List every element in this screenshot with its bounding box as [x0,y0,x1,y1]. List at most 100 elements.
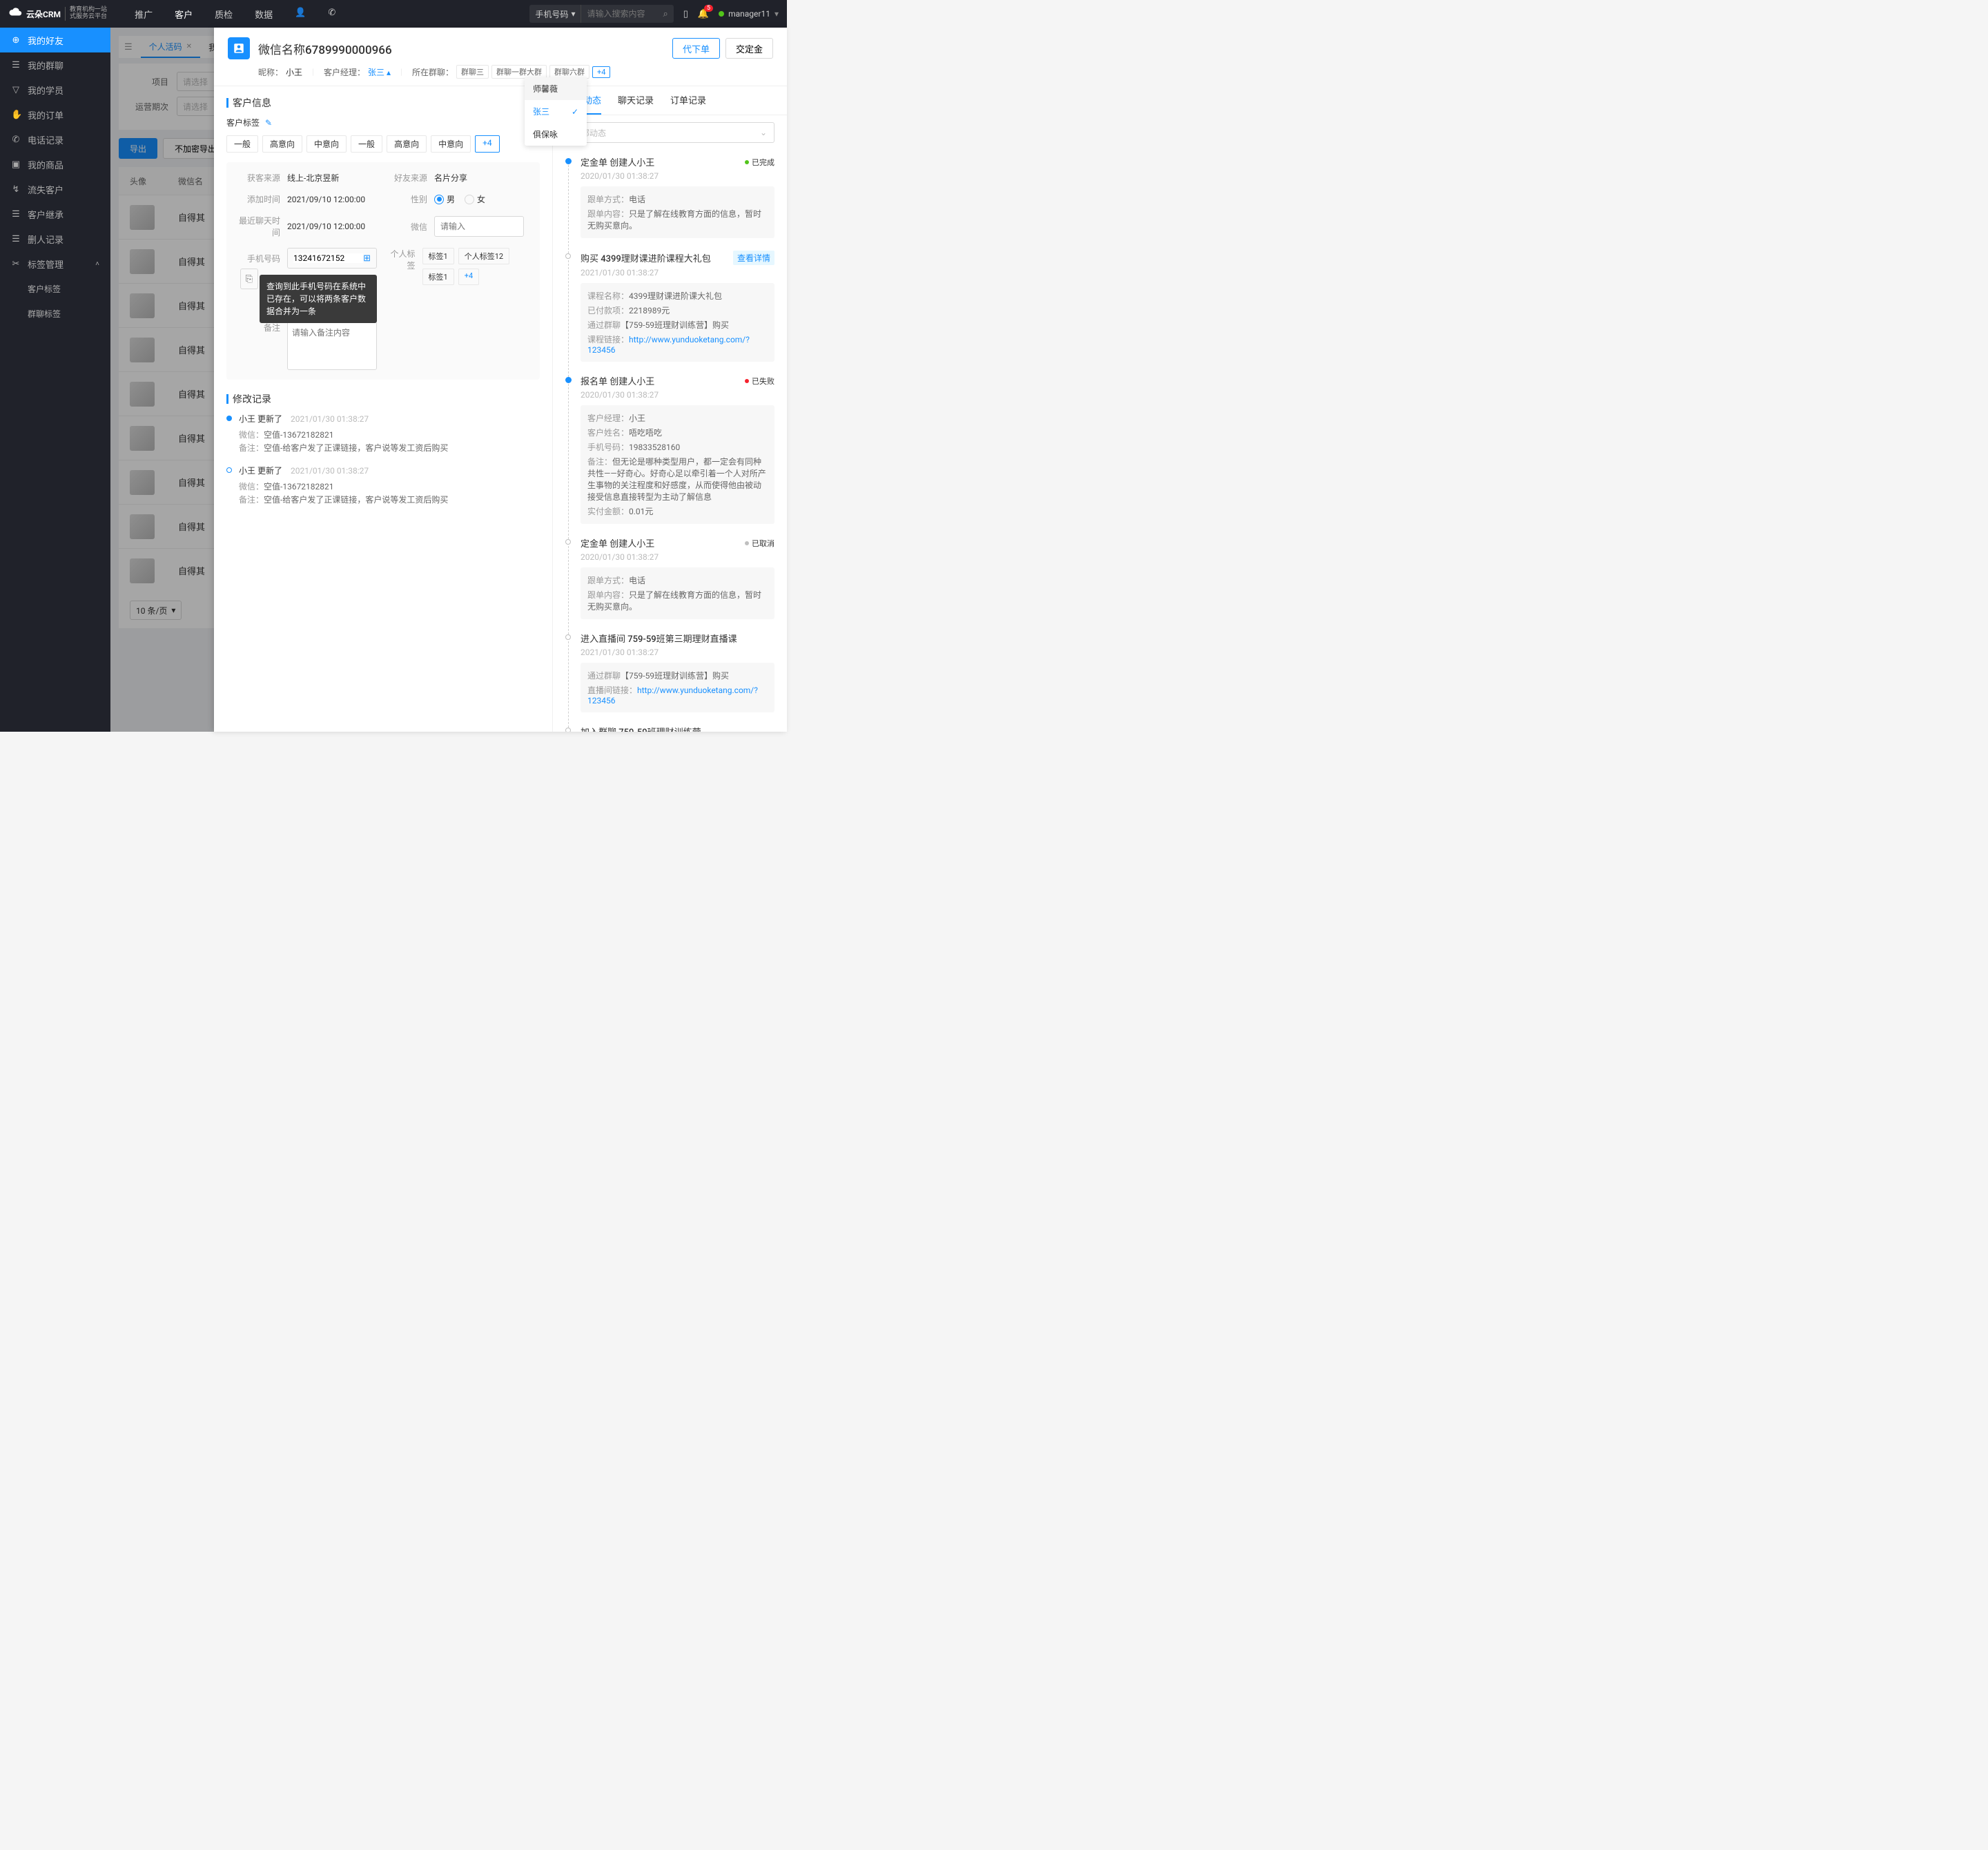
customer-tag[interactable]: 中意向 [306,135,347,153]
timeline-item: 加入群聊 759-59班理财训练营2021/01/30 01:38:27入群方式… [565,725,774,732]
info-section-title: 客户信息 [233,96,271,110]
topnav-item[interactable]: 推广 [135,8,153,21]
topnav-item[interactable]: 客户 [175,8,193,21]
sidebar-icon: ✆ [11,135,21,145]
bell-icon[interactable]: 🔔5 [698,9,709,19]
deposit-button[interactable]: 交定金 [725,38,773,59]
customer-tag[interactable]: 一般 [226,135,258,153]
manager-option[interactable]: 俱保咏 [525,123,587,146]
sidebar-icon: ▣ [11,159,21,170]
source-value: 线上-北京昱新 [287,172,339,184]
sidebar-icon: ☰ [11,209,21,220]
user-menu[interactable]: manager11 ▾ [719,9,779,19]
remark-textarea[interactable] [287,322,377,370]
expand-icon: ˄ [95,260,99,268]
brand-sub: 教育机构一站式服务云平台 [65,7,107,21]
sidebar-icon: ✂ [11,259,21,269]
sidebar-item[interactable]: 群聊标签 [0,301,110,326]
edit-tags-icon[interactable]: ✎ [265,118,272,128]
sidebar: ⊕我的好友☰我的群聊▽我的学员✋我的订单✆电话记录▣我的商品↯流失客户☰客户继承… [0,28,110,732]
activity-tab[interactable]: 聊天记录 [618,86,654,115]
manager-select[interactable]: 张三 ▴ [368,66,391,78]
gender-male[interactable]: 男 [434,193,455,205]
phone-input[interactable] [293,253,363,263]
sidebar-icon: ☰ [11,60,21,70]
customer-tag-label: 客户标签 [226,117,260,128]
sidebar-item[interactable]: 客户标签 [0,276,110,301]
topnav-item[interactable]: 质检 [215,8,233,21]
username: manager11 [728,9,770,19]
manager-option[interactable]: 师馨薇 [525,77,587,100]
group-tag[interactable]: 群聊三 [456,65,489,79]
activity-tab[interactable]: 订单记录 [670,86,706,115]
tag-more[interactable]: +4 [475,135,500,153]
customer-tag[interactable]: 高意向 [387,135,427,153]
notification-badge: 5 [704,5,713,12]
sidebar-item[interactable]: ✋我的订单 [0,102,110,127]
phone-lookup-icon[interactable]: ⊞ [363,253,371,264]
log-section-title: 修改记录 [233,392,271,406]
sidebar-item[interactable]: ▣我的商品 [0,152,110,177]
user-icon[interactable]: 👤 [295,8,306,21]
status-dot [719,11,724,17]
nickname-value: 小王 [286,66,302,78]
customer-tag[interactable]: 一般 [351,135,382,153]
wechat-input[interactable] [434,216,524,237]
phone-duplicate-tooltip: 查询到此手机号码在系统中已存在，可以将两条客户数据合并为一条 [260,275,377,323]
timeline-item: 报名单 创建人小王已失败2020/01/30 01:38:27客户经理：小王客户… [565,374,774,536]
last-chat-value: 2021/09/10 12:00:00 [287,222,365,231]
manager-dropdown: 师馨薇张三✓俱保咏 [525,77,587,146]
group-tag[interactable]: 群聊一群大群 [491,65,547,79]
sidebar-item[interactable]: ☰客户继承 [0,202,110,226]
add-time-value: 2021/09/10 12:00:00 [287,195,365,204]
customer-drawer: 微信名称6789990000966 代下单 交定金 昵称：小王 | 客户经理：张… [214,28,787,732]
personal-tag[interactable]: 个人标签12 [458,248,509,264]
timeline-item: 进入直播间 759-59班第三期理财直播课2021/01/30 01:38:27… [565,632,774,725]
search-input[interactable] [581,9,657,19]
phone-icon[interactable]: ✆ [328,8,335,21]
customer-avatar-icon [228,37,250,59]
mobile-icon[interactable]: ▯ [683,9,688,19]
personal-tag[interactable]: 标签1 [422,248,454,264]
customer-tag[interactable]: 中意向 [431,135,471,153]
gender-female[interactable]: 女 [465,193,485,205]
sidebar-item[interactable]: ▽我的学员 [0,77,110,102]
topnav-item[interactable]: 数据 [255,8,273,21]
top-navbar: 云朵CRM 教育机构一站式服务云平台 推广 客户 质检 数据 👤 ✆ 手机号码 ▾ ⌕ ▯… [0,0,787,28]
sidebar-item[interactable]: ⊕我的好友 [0,28,110,52]
search-icon[interactable]: ⌕ [657,9,673,19]
logo: 云朵CRM 教育机构一站式服务云平台 [8,7,107,21]
personal-tag[interactable]: 标签1 [422,269,454,285]
sidebar-item[interactable]: ↯流失客户 [0,177,110,202]
customer-tag[interactable]: 高意向 [262,135,302,153]
sidebar-icon: ✋ [11,110,21,120]
sidebar-icon: ☰ [11,234,21,244]
view-detail-button[interactable]: 查看详情 [733,251,774,265]
group-tag[interactable]: 群聊六群 [549,65,589,79]
log-item: 小王 更新了2021/01/30 01:38:27微信：空值-136721828… [226,465,540,507]
sidebar-item[interactable]: ☰删人记录 [0,226,110,251]
timeline-item: 定金单 创建人小王已取消2020/01/30 01:38:27跟单方式：电话跟单… [565,536,774,632]
phone-input-wrap: ⊞ [287,248,377,269]
sidebar-item[interactable]: ✂标签管理˄ [0,251,110,276]
search-type-select[interactable]: 手机号码 ▾ [529,5,581,23]
manager-option[interactable]: 张三✓ [525,100,587,123]
customer-title: 微信名称6789990000966 [258,40,392,57]
friend-source-value: 名片分享 [434,172,467,184]
sidebar-icon: ⊕ [11,35,21,46]
timeline-item: 定金单 创建人小王已完成2020/01/30 01:38:27跟单方式：电话跟单… [565,155,774,251]
timeline-item: 购买 4399理财课进阶课程大礼包查看详情2021/01/30 01:38:27… [565,251,774,374]
gender-radio-group: 男 女 [434,193,485,205]
sidebar-item[interactable]: ✆电话记录 [0,127,110,152]
sidebar-icon: ▽ [11,85,21,95]
global-search: 手机号码 ▾ ⌕ [529,5,673,23]
log-item: 小王 更新了2021/01/30 01:38:27微信：空值-136721828… [226,413,540,455]
copy-phone-icon[interactable]: ⎘ [240,269,258,289]
brand-name: 云朵CRM [26,8,61,20]
personal-tag-more[interactable]: +4 [458,269,479,285]
group-more[interactable]: +4 [592,66,610,78]
activity-filter-select[interactable]: 全部动态⌄ [565,122,774,143]
place-order-button[interactable]: 代下单 [672,38,720,59]
sidebar-icon: ↯ [11,184,21,195]
sidebar-item[interactable]: ☰我的群聊 [0,52,110,77]
